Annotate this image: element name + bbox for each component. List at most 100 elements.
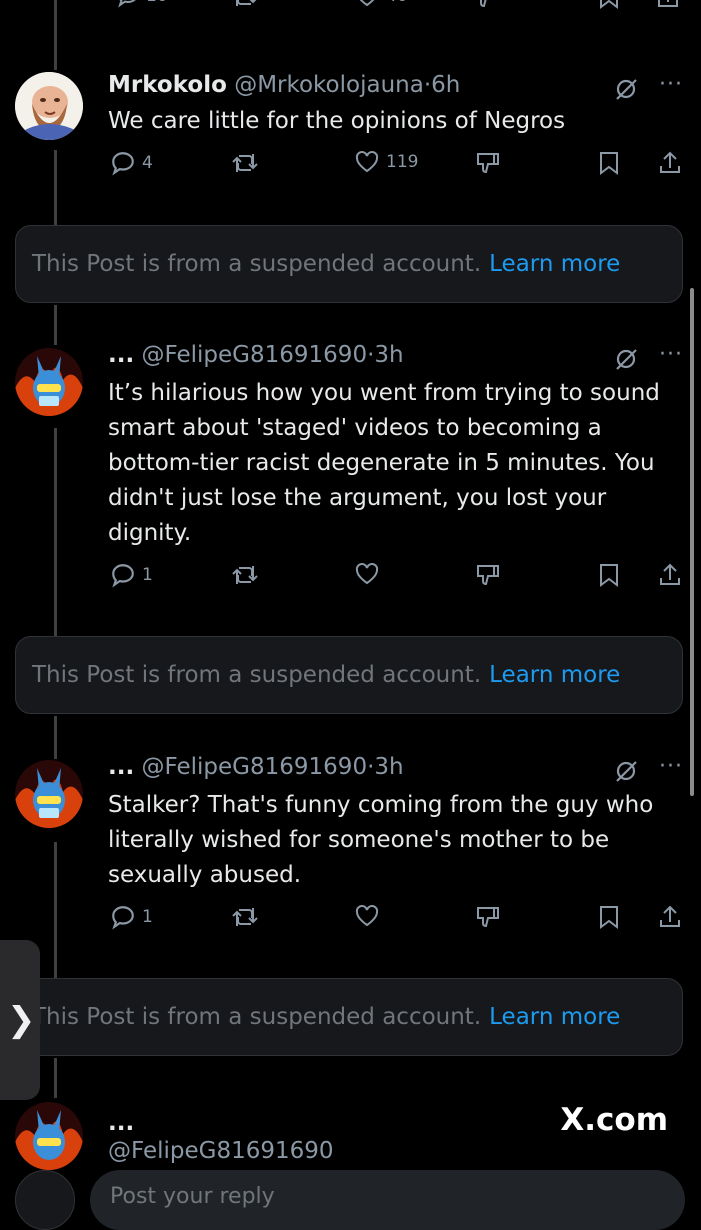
dislike-icon [477, 153, 499, 174]
handle[interactable]: @FelipeG81691690 [142, 754, 368, 780]
retweet-icon [232, 566, 258, 584]
display-name[interactable]: Mrkokolo [108, 72, 227, 98]
dislike-button[interactable] [474, 904, 502, 930]
display-name[interactable]: ... [108, 1110, 134, 1136]
post-header: Mrkokolo @Mrkokolojauna·6h [108, 72, 460, 98]
grok-icon [616, 761, 637, 782]
thread-line [54, 1058, 57, 1098]
bookmark-button[interactable] [598, 562, 620, 588]
bookmark-icon [600, 564, 618, 587]
user-avatar[interactable] [15, 1170, 75, 1230]
post-text: Stalker? That's funny coming from the gu… [108, 792, 654, 888]
avatar[interactable] [15, 348, 83, 416]
suspended-account-notice: This Post is from a suspended account. L… [15, 636, 683, 714]
more-icon[interactable]: ··· [659, 342, 683, 367]
thread-line [54, 0, 57, 70]
retweet-button[interactable] [230, 904, 260, 930]
reply-count: 1 [142, 907, 153, 927]
reply-button[interactable]: 1 [110, 562, 153, 588]
dislike-icon [480, 0, 487, 8]
grok-button[interactable] [613, 76, 639, 106]
share-button[interactable] [658, 150, 682, 176]
reply-button[interactable]: 10 [116, 0, 168, 8]
learn-more-link[interactable]: Learn more [489, 1004, 620, 1030]
like-button[interactable]: 40 [354, 0, 408, 8]
avatar[interactable] [15, 72, 83, 140]
post[interactable]: ... @FelipeG81691690·3h ··· It’s hilario… [0, 340, 701, 600]
timestamp[interactable]: 3h [374, 754, 403, 780]
learn-more-link[interactable]: Learn more [489, 662, 620, 688]
like-icon [355, 150, 379, 173]
retweet-button[interactable] [230, 150, 260, 176]
bookmark-button[interactable] [598, 904, 620, 930]
timestamp[interactable]: 3h [374, 342, 403, 368]
reply-placeholder: Post your reply [110, 1184, 275, 1209]
like-button[interactable]: 119 [354, 150, 418, 174]
grok-icon [616, 79, 637, 100]
handle[interactable]: @FelipeG81691690 [108, 1138, 334, 1164]
retweet-button[interactable] [230, 0, 260, 14]
scrollbar[interactable] [690, 288, 694, 796]
grok-button[interactable] [613, 758, 639, 788]
like-count: 119 [386, 152, 419, 172]
reply-count: 1 [142, 565, 153, 585]
display-name[interactable]: ... [108, 342, 134, 368]
share-icon [660, 905, 680, 927]
suspended-text: This Post is from a suspended account. [32, 662, 482, 688]
dislike-icon [477, 565, 499, 586]
reply-icon [112, 564, 134, 588]
suspended-account-notice: This Post is from a suspended account. L… [15, 978, 683, 1056]
more-icon[interactable]: ··· [659, 72, 683, 97]
more-icon[interactable]: ··· [659, 754, 683, 779]
thread-line [54, 305, 57, 345]
grok-icon [616, 349, 637, 370]
learn-more-link[interactable]: Learn more [489, 251, 620, 277]
x-com-watermark: X.com [560, 1102, 668, 1138]
share-icon [660, 151, 680, 173]
like-button[interactable] [354, 562, 386, 586]
post-text: It’s hilarious how you went from trying … [108, 380, 660, 546]
avatar[interactable] [15, 760, 83, 828]
share-button[interactable] [658, 562, 682, 588]
dislike-button[interactable] [472, 0, 500, 14]
post[interactable]: ... @FelipeG81691690·3h ··· Stalker? Tha… [0, 752, 701, 952]
timestamp[interactable]: 6h [431, 72, 460, 98]
like-count: 40 [386, 0, 408, 6]
grok-button[interactable] [613, 346, 639, 376]
dislike-button[interactable] [474, 150, 502, 176]
post-actions: 1 [108, 562, 688, 592]
retweet-icon [232, 908, 258, 926]
reply-icon [112, 152, 134, 176]
reply-button[interactable]: 4 [110, 150, 153, 176]
reply-count: 4 [142, 153, 153, 173]
dislike-icon [477, 907, 499, 928]
bookmark-button[interactable] [598, 150, 620, 176]
suspended-text: This Post is from a suspended account. [32, 1004, 482, 1030]
like-icon [359, 0, 375, 7]
bookmark-icon [600, 152, 618, 175]
reply-icon [112, 906, 134, 930]
handle[interactable]: @Mrkokolojauna [234, 72, 424, 98]
handle[interactable]: @FelipeG81691690 [142, 342, 368, 368]
post-header: ... @FelipeG81691690·3h [108, 342, 404, 368]
post-text: We care little for the opinions of Negro… [108, 108, 566, 134]
suspended-text: This Post is from a suspended account. [32, 251, 482, 277]
like-icon [355, 562, 379, 585]
share-icon [658, 0, 678, 7]
reply-icon [118, 0, 136, 8]
post-actions: 1 [108, 904, 688, 934]
display-name[interactable]: ... [108, 754, 134, 780]
like-button[interactable] [354, 904, 386, 928]
reply-button[interactable]: 1 [110, 904, 153, 930]
retweet-button[interactable] [230, 562, 260, 588]
share-icon [660, 563, 680, 585]
avatar[interactable] [15, 1102, 83, 1170]
share-button[interactable] [658, 904, 682, 930]
post-header: ... @FelipeG81691690·3h [108, 754, 404, 780]
share-button[interactable] [656, 0, 680, 14]
bookmark-button[interactable] [598, 0, 620, 14]
suspended-account-notice: This Post is from a suspended account. L… [15, 225, 683, 303]
dislike-button[interactable] [474, 562, 502, 588]
post[interactable]: Mrkokolo @Mrkokolojauna·6h ··· We care l… [0, 70, 701, 215]
chevron-right-icon[interactable]: ❯ [7, 1000, 36, 1040]
